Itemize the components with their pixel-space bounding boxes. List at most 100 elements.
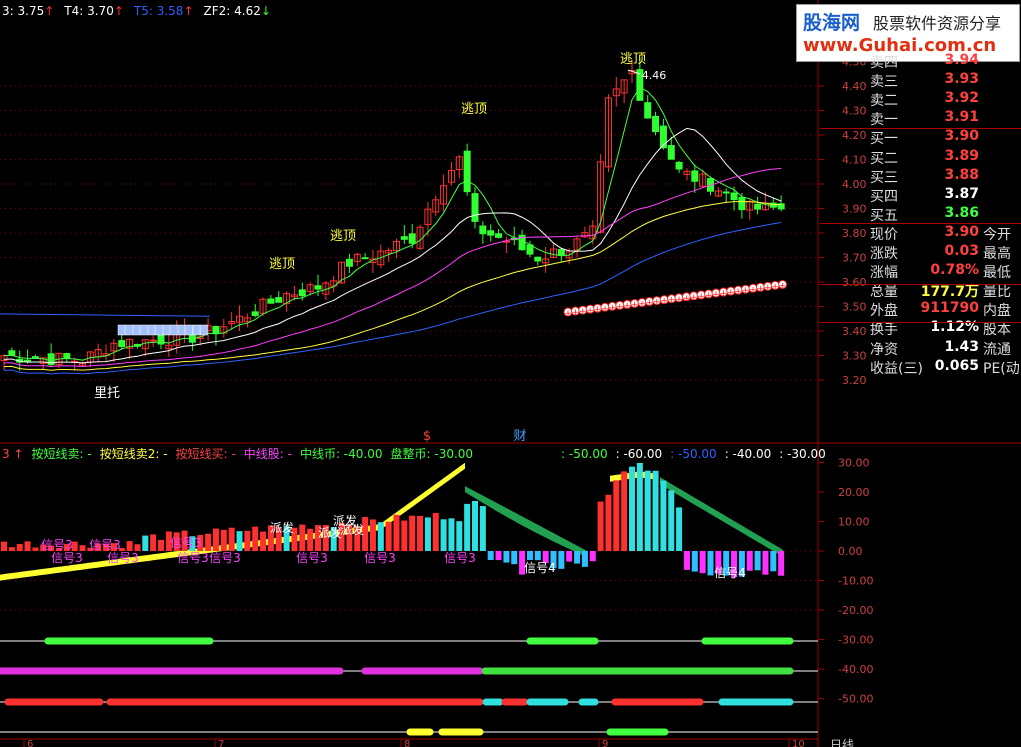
price-tick-label: 4.20 <box>842 129 867 142</box>
candle-body <box>408 233 416 244</box>
candle-body <box>722 191 730 194</box>
candle-body <box>118 340 126 347</box>
price-tick-label: 4.00 <box>842 178 867 191</box>
quote-divider <box>820 128 1021 129</box>
price-tick-label: 3.70 <box>842 252 867 265</box>
histogram-bar <box>566 551 573 562</box>
histogram-bar <box>778 551 785 576</box>
candle-body <box>495 233 503 238</box>
quote-label: 买五 <box>870 207 898 224</box>
chart-annotation: 财 <box>513 429 526 444</box>
candle-body <box>754 203 762 210</box>
indicator-legend-item: : -50.00 <box>561 447 608 461</box>
price-tick-label: 3.80 <box>842 227 867 240</box>
histogram-bar <box>299 524 306 551</box>
histogram-bar <box>511 551 518 565</box>
histogram-bar <box>417 515 424 551</box>
histogram-bar <box>621 471 628 551</box>
histogram-bar <box>134 544 141 551</box>
quote-value: 3.90 <box>944 223 979 240</box>
price-tick-label: 3.20 <box>842 374 867 387</box>
histogram-bar <box>126 541 133 551</box>
quote-label-right: 流通 <box>983 341 1011 358</box>
indicator-legend-item: 中线币: -40.00 <box>299 447 383 461</box>
indicator-legend-item: 盘整币: -30.00 <box>390 447 474 461</box>
quote-value: 3.94 <box>944 52 979 68</box>
chart-annotation: 里托 <box>94 386 120 401</box>
histogram-bar <box>589 551 596 562</box>
quote-label: 买四 <box>870 188 898 205</box>
period-tab-daily[interactable]: 日线 <box>830 736 854 747</box>
signal-box-marker <box>140 324 148 336</box>
quote-row: 涨跌 0.03 最高 <box>868 243 1021 262</box>
top-indicator-value: 3: 3.75 <box>2 4 45 18</box>
quote-label-right: 内盘 <box>983 303 1011 320</box>
quote-value: 3.92 <box>944 90 979 107</box>
histogram-bar <box>495 551 502 561</box>
histogram-bar <box>32 547 39 551</box>
histogram-bar <box>409 515 416 551</box>
price-tick-label: 3.50 <box>842 301 867 314</box>
histogram-bar <box>377 522 384 551</box>
x-axis-label: 8 <box>404 739 410 747</box>
quote-row: 收益(三) 0.065 PE(动 <box>868 358 1021 377</box>
signal-box-marker <box>117 324 126 336</box>
histogram-bar <box>605 494 612 551</box>
candle-body <box>251 311 259 316</box>
arrow-icon: ↑ <box>44 4 55 18</box>
indicator-legend: 3 ↑ 按短线卖: - 按短线卖2: - 按短线买: - 中线股: - 中线币: -40.… <box>2 445 834 462</box>
histogram-bar <box>503 551 510 563</box>
histogram-bar <box>581 551 588 567</box>
x-axis-label: 7 <box>218 739 224 747</box>
candle-body <box>487 230 495 236</box>
histogram-bar <box>440 519 447 551</box>
arrow-icon: ↑ <box>183 4 194 18</box>
indicator-tick-label: 0.00 <box>838 545 863 558</box>
histogram-bar <box>668 490 675 551</box>
quote-label: 涨跌 <box>870 246 898 262</box>
histogram-bar <box>424 517 431 551</box>
histogram-bar <box>228 527 235 551</box>
histogram-bar <box>574 551 581 564</box>
signal-label: 信号3 <box>51 551 83 565</box>
histogram-bar <box>307 528 314 551</box>
histogram-bar <box>464 503 471 551</box>
candle-body <box>691 170 699 182</box>
signal-label: 信号3 <box>177 551 209 565</box>
x-axis-label: 10 <box>792 739 805 747</box>
logo-slogan: 股票软件资源分享 <box>873 14 1002 33</box>
histogram-bar <box>691 551 698 572</box>
chart-annotation: 4.46 <box>642 69 667 82</box>
indicator-tick-label: -50.00 <box>838 693 873 706</box>
price-tick-label: 3.40 <box>842 325 867 338</box>
top-indicator-0: 3: 3.75↑ <box>2 4 54 18</box>
top-indicator-value: T5: 3.58 <box>133 4 184 18</box>
histogram-bar <box>456 521 463 551</box>
logo-brand: 股海网 <box>803 12 861 34</box>
quote-value: 3.87 <box>944 185 979 202</box>
quote-row: 卖四 3.94 <box>868 52 1021 71</box>
histogram-bar <box>158 539 164 551</box>
histogram-bar <box>220 529 227 551</box>
histogram-bar <box>652 470 659 551</box>
indicator-legend-item: : -50.00 <box>670 447 717 461</box>
signal-box-marker <box>147 324 156 336</box>
quote-row: 卖一 3.91 <box>868 109 1021 128</box>
indicator-legend-item: : -30.00 <box>779 447 826 461</box>
signal-box-marker <box>125 324 133 336</box>
histogram-bar <box>534 551 541 561</box>
histogram-bar <box>613 480 620 551</box>
histogram-bar <box>746 551 753 571</box>
indicator-tick-label: -20.00 <box>838 604 873 617</box>
candle-body <box>730 192 738 201</box>
histogram-bar <box>1 541 7 551</box>
indicator-legend-item: 按短线卖: - <box>31 447 92 461</box>
signal-box-marker <box>155 324 163 336</box>
histogram-bar <box>676 507 683 551</box>
indicator-tick-label: 30.00 <box>838 457 870 470</box>
chart-annotation: 逃顶 <box>269 257 295 272</box>
price-tick-label: 3.90 <box>842 203 867 216</box>
arrow-icon: ↓ <box>260 4 271 18</box>
candle-body <box>400 236 408 240</box>
quote-value: 3.88 <box>944 166 979 183</box>
